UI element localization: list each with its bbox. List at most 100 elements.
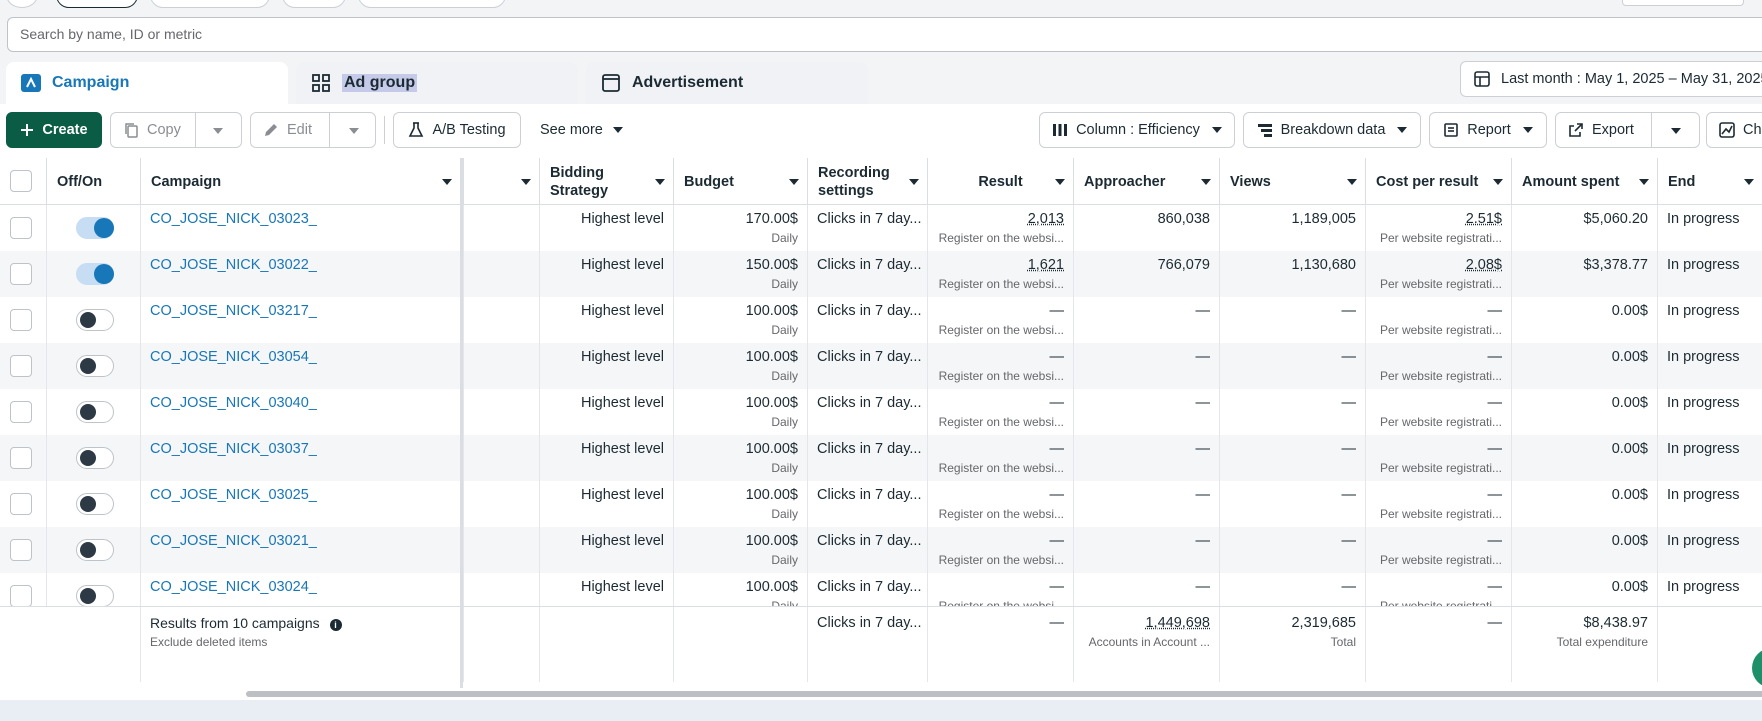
campaign-icon — [20, 73, 42, 93]
hidden-column-cell — [463, 481, 539, 527]
row-checkbox[interactable] — [10, 263, 32, 285]
chevron-down-icon[interactable] — [1347, 179, 1357, 185]
report-button[interactable]: Report — [1429, 112, 1547, 148]
export-dropdown-icon[interactable] — [1671, 128, 1681, 134]
budget-cell-value: 100.00$ — [683, 349, 798, 365]
top-right-control[interactable] — [1622, 0, 1744, 6]
header-bidding-strategy[interactable]: Bidding Strategy — [539, 158, 673, 205]
table-row[interactable]: CO_JOSE_NICK_03025_ Highest level 100.00$ D… — [0, 481, 1762, 527]
tab-ad-group[interactable]: Ad group — [296, 62, 578, 104]
campaign-toggle[interactable] — [76, 447, 114, 469]
cost-per-result-cell-value: 2.08$ — [1375, 257, 1502, 273]
chevron-down-icon[interactable] — [1493, 179, 1503, 185]
chevron-down-icon[interactable] — [1201, 179, 1211, 185]
campaign-name-link[interactable]: CO_JOSE_NICK_03022_ — [150, 257, 451, 273]
row-checkbox[interactable] — [10, 355, 32, 377]
row-checkbox[interactable] — [10, 217, 32, 239]
table-row[interactable]: CO_JOSE_NICK_03037_ Highest level 100.00$ D… — [0, 435, 1762, 481]
back-button[interactable] — [6, 0, 38, 8]
header-campaign[interactable]: Campaign — [140, 158, 460, 205]
tab-campaign[interactable]: Campaign — [6, 62, 288, 104]
chevron-down-icon[interactable] — [789, 179, 799, 185]
row-checkbox[interactable] — [10, 309, 32, 331]
header-approacher[interactable]: Approacher — [1073, 158, 1219, 205]
row-checkbox[interactable] — [10, 539, 32, 561]
campaign-name-link[interactable]: CO_JOSE_NICK_03025_ — [150, 487, 451, 503]
footer-cell — [1657, 607, 1762, 682]
campaign-toggle[interactable] — [76, 309, 114, 331]
campaign-name-link[interactable]: CO_JOSE_NICK_03021_ — [150, 533, 451, 549]
chevron-down-icon[interactable] — [521, 179, 531, 185]
row-checkbox[interactable] — [10, 493, 32, 515]
campaign-toggle[interactable] — [76, 263, 114, 285]
row-checkbox[interactable] — [10, 401, 32, 423]
row-checkbox[interactable] — [10, 447, 32, 469]
scrollbar-thumb[interactable] — [246, 691, 1762, 697]
campaign-name-link[interactable]: CO_JOSE_NICK_03054_ — [150, 349, 451, 365]
toggle-cell — [46, 389, 140, 435]
campaign-toggle[interactable] — [76, 539, 114, 561]
column-button[interactable]: Column : Efficiency — [1039, 112, 1235, 148]
cost-per-result-cell-subtext: Per website registrati... — [1375, 369, 1502, 383]
chevron-down-icon[interactable] — [1744, 179, 1754, 185]
edit-dropdown-icon[interactable] — [349, 128, 359, 134]
campaign-toggle[interactable] — [76, 217, 114, 239]
edit-button-group[interactable]: Edit — [250, 112, 376, 148]
header-end[interactable]: End — [1657, 158, 1762, 205]
chevron-down-icon[interactable] — [1639, 179, 1649, 185]
table-row[interactable]: CO_JOSE_NICK_03021_ Highest level 100.00$ D… — [0, 527, 1762, 573]
header-views[interactable]: Views — [1219, 158, 1365, 205]
filter-pill[interactable] — [150, 0, 270, 8]
horizontal-scrollbar[interactable] — [0, 688, 1762, 700]
chart-button[interactable]: Cha — [1706, 112, 1762, 148]
toggle-knob — [80, 358, 96, 374]
filter-pill[interactable] — [358, 0, 506, 8]
copy-button-group[interactable]: Copy — [110, 112, 242, 148]
breakdown-button[interactable]: Breakdown data — [1243, 112, 1421, 148]
header-select-all[interactable] — [0, 158, 46, 205]
table-row[interactable]: CO_JOSE_NICK_03040_ Highest level 100.00$ D… — [0, 389, 1762, 435]
campaign-toggle[interactable] — [76, 401, 114, 423]
header-cost-per-result[interactable]: Cost per result — [1365, 158, 1511, 205]
row-checkbox[interactable] — [10, 585, 32, 607]
campaign-name-link[interactable]: CO_JOSE_NICK_03024_ — [150, 579, 451, 595]
export-button-group[interactable]: Export — [1555, 112, 1700, 148]
campaign-toggle[interactable] — [76, 585, 114, 607]
filter-pill-active[interactable] — [56, 0, 138, 8]
search-input[interactable]: Search by name, ID or metric — [7, 17, 1762, 52]
header-result[interactable]: Result — [927, 158, 1073, 205]
tab-advertisement[interactable]: Advertisement — [586, 62, 868, 104]
budget-cell-subtext: Daily — [683, 231, 798, 245]
header-hidden-column[interactable] — [463, 158, 539, 205]
campaign-name-link[interactable]: CO_JOSE_NICK_03217_ — [150, 303, 451, 319]
table-row[interactable]: CO_JOSE_NICK_03022_ Highest level 150.00$ D… — [0, 251, 1762, 297]
table-row[interactable]: CO_JOSE_NICK_03023_ Highest level 170.00$ D… — [0, 205, 1762, 251]
create-button[interactable]: Create — [6, 112, 102, 148]
header-label: Amount spent — [1522, 173, 1619, 191]
campaign-name-link[interactable]: CO_JOSE_NICK_03037_ — [150, 441, 451, 457]
footer-approacher-value[interactable]: 1,449,698 — [1083, 615, 1210, 631]
campaign-name-link[interactable]: CO_JOSE_NICK_03040_ — [150, 395, 451, 411]
copy-dropdown-icon[interactable] — [213, 128, 223, 134]
campaign-name-link[interactable]: CO_JOSE_NICK_03023_ — [150, 211, 451, 227]
chevron-down-icon[interactable] — [909, 179, 919, 185]
select-all-checkbox[interactable] — [10, 170, 32, 192]
table-row[interactable]: CO_JOSE_NICK_03054_ Highest level 100.00$ D… — [0, 343, 1762, 389]
chevron-down-icon[interactable] — [1055, 179, 1065, 185]
info-icon[interactable]: i — [330, 619, 342, 631]
campaign-toggle[interactable] — [76, 493, 114, 515]
approacher-cell: — — [1073, 481, 1219, 527]
date-range-button[interactable]: Last month : May 1, 2025 – May 31, 2025 — [1460, 61, 1762, 97]
end-cell: In progress — [1657, 527, 1762, 573]
campaign-toggle[interactable] — [76, 355, 114, 377]
header-recording-settings[interactable]: Recording settings — [807, 158, 927, 205]
ab-testing-button[interactable]: A/B Testing — [393, 112, 521, 148]
filter-pill[interactable] — [282, 0, 346, 8]
table-row[interactable]: CO_JOSE_NICK_03217_ Highest level 100.00$ D… — [0, 297, 1762, 343]
see-more-button[interactable]: See more — [540, 112, 623, 148]
chevron-down-icon[interactable] — [655, 179, 665, 185]
header-amount-spent[interactable]: Amount spent — [1511, 158, 1657, 205]
chevron-down-icon[interactable] — [442, 179, 452, 185]
footer-cell — [463, 607, 539, 682]
header-budget[interactable]: Budget — [673, 158, 807, 205]
